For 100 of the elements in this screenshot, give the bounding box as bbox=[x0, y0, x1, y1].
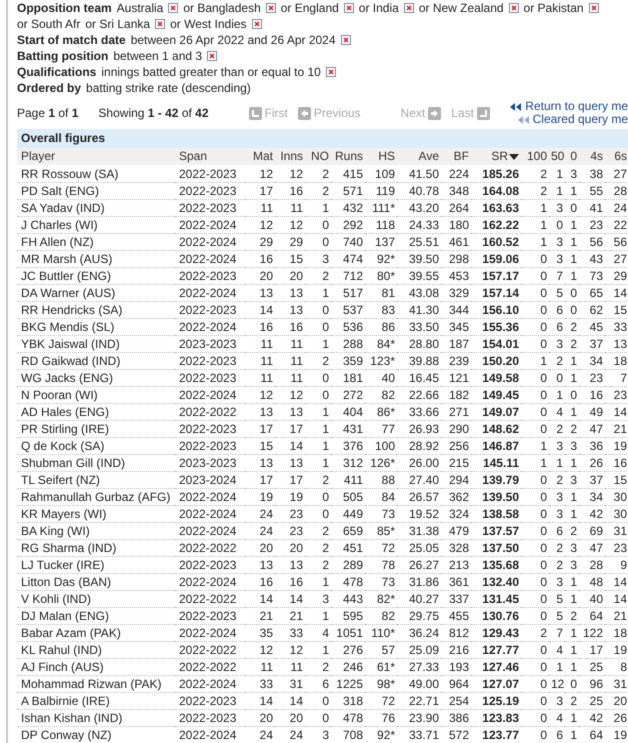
player-link[interactable]: FH Allen (NZ) bbox=[17, 234, 175, 250]
table-cell: 27.40 bbox=[397, 472, 441, 488]
column-header[interactable]: 0 bbox=[565, 148, 579, 166]
table-cell: 39.88 bbox=[397, 352, 441, 370]
player-link[interactable]: YBK Jaiswal (IND) bbox=[17, 336, 175, 352]
table-cell: 160.52 bbox=[471, 234, 521, 250]
table-cell: 13 bbox=[275, 404, 305, 420]
player-link[interactable]: SA Yadav (IND) bbox=[17, 200, 175, 216]
remove-icon[interactable] bbox=[168, 3, 178, 13]
column-header[interactable]: 50 bbox=[549, 148, 565, 166]
player-link[interactable]: Litton Das (BAN) bbox=[17, 574, 175, 590]
table-cell: 0 bbox=[565, 386, 579, 404]
player-link[interactable]: KL Rahul (IND) bbox=[17, 642, 175, 658]
table-cell: 12 bbox=[245, 216, 275, 234]
column-header[interactable]: SR bbox=[471, 148, 521, 166]
column-header[interactable]: 6s bbox=[605, 148, 628, 166]
remove-icon[interactable] bbox=[326, 67, 336, 77]
table-cell: 31.86 bbox=[397, 574, 441, 590]
column-header[interactable]: Inns bbox=[275, 148, 305, 166]
player-link[interactable]: PD Salt (ENG) bbox=[17, 182, 175, 200]
table-cell: 80* bbox=[365, 268, 397, 284]
table-cell: 85* bbox=[365, 522, 397, 540]
table-cell: 23 bbox=[579, 216, 605, 234]
table-cell: 26 bbox=[605, 710, 628, 726]
table-cell: 118 bbox=[365, 216, 397, 234]
remove-icon[interactable] bbox=[508, 3, 519, 13]
table-cell: 137.57 bbox=[471, 522, 521, 540]
table-cell: 1 bbox=[305, 608, 331, 624]
table-cell: 41 bbox=[579, 200, 605, 216]
player-link[interactable]: Shubman Gill (IND) bbox=[17, 454, 175, 472]
table-cell: 62 bbox=[579, 302, 605, 318]
table-cell: 37 bbox=[579, 336, 605, 352]
table-cell: 0 bbox=[305, 234, 331, 250]
table-cell: 33 bbox=[605, 318, 628, 336]
table-cell: 21 bbox=[275, 608, 305, 624]
table-cell: 86* bbox=[365, 404, 397, 420]
column-header[interactable]: Mat bbox=[245, 148, 275, 166]
column-header[interactable]: Runs bbox=[331, 148, 365, 166]
table-cell: 415 bbox=[331, 166, 365, 182]
table-cell: 812 bbox=[441, 624, 471, 642]
player-link[interactable]: N Pooran (WI) bbox=[17, 386, 175, 404]
return-link[interactable]: Return to query me bbox=[510, 100, 628, 113]
player-link[interactable]: TL Seifert (NZ) bbox=[17, 472, 175, 488]
player-link[interactable]: Ishan Kishan (IND) bbox=[17, 710, 175, 726]
player-link[interactable]: RG Sharma (IND) bbox=[17, 540, 175, 556]
table-cell: 61* bbox=[365, 658, 397, 676]
remove-icon[interactable] bbox=[207, 51, 218, 61]
table-cell: 1 bbox=[305, 642, 331, 658]
remove-icon[interactable] bbox=[266, 3, 276, 13]
player-link[interactable]: RD Gaikwad (IND) bbox=[17, 352, 175, 370]
player-link[interactable]: RR Rossouw (SA) bbox=[17, 166, 175, 182]
player-link[interactable]: Rahmanullah Gurbaz (AFG) bbox=[17, 488, 175, 506]
player-link[interactable]: RR Hendricks (SA) bbox=[17, 302, 175, 318]
player-link[interactable]: J Charles (WI) bbox=[17, 216, 175, 234]
table-cell: 16 bbox=[579, 386, 605, 404]
column-header[interactable]: Ave bbox=[397, 148, 441, 166]
table-cell: 1 bbox=[521, 216, 549, 234]
player-link[interactable]: A Balbirnie (IRE) bbox=[17, 692, 175, 710]
column-header[interactable]: BF bbox=[441, 148, 471, 166]
player-link[interactable]: Mohammad Rizwan (PAK) bbox=[17, 676, 175, 692]
column-header[interactable]: 4s bbox=[579, 148, 605, 166]
column-header[interactable]: Span bbox=[175, 148, 245, 166]
remove-icon[interactable] bbox=[340, 35, 351, 45]
table-cell: 25.05 bbox=[397, 540, 441, 556]
player-link[interactable]: AD Hales (ENG) bbox=[17, 404, 175, 420]
table-cell: 7 bbox=[605, 370, 628, 386]
player-link[interactable]: MR Marsh (AUS) bbox=[17, 250, 175, 268]
column-header[interactable]: HS bbox=[365, 148, 397, 166]
column-header[interactable]: 100 bbox=[521, 148, 549, 166]
table-cell: 216 bbox=[441, 642, 471, 658]
player-link[interactable]: DJ Malan (ENG) bbox=[17, 608, 175, 624]
remove-icon[interactable] bbox=[588, 3, 599, 13]
player-link[interactable]: DA Warner (AUS) bbox=[17, 284, 175, 302]
player-link[interactable]: Babar Azam (PAK) bbox=[17, 624, 175, 642]
player-link[interactable]: JC Buttler (ENG) bbox=[17, 268, 175, 284]
table-cell: 180 bbox=[441, 216, 471, 234]
table-cell: 6 bbox=[549, 302, 565, 318]
remove-icon[interactable] bbox=[404, 3, 414, 13]
player-link[interactable]: BKG Mendis (SL) bbox=[17, 318, 175, 336]
player-link[interactable]: DP Conway (NZ) bbox=[17, 726, 175, 743]
remove-icon[interactable] bbox=[155, 19, 166, 29]
player-link[interactable]: PR Stirling (IRE) bbox=[17, 420, 175, 438]
player-link[interactable]: BA King (WI) bbox=[17, 522, 175, 540]
player-link[interactable]: Q de Kock (SA) bbox=[17, 438, 175, 454]
table-cell: 132.40 bbox=[471, 574, 521, 590]
remove-icon[interactable] bbox=[252, 19, 262, 29]
table-cell: 129.43 bbox=[471, 624, 521, 642]
table-cell: 11 bbox=[245, 658, 275, 676]
column-header[interactable]: NO bbox=[305, 148, 331, 166]
player-link[interactable]: LJ Tucker (IRE) bbox=[17, 556, 175, 574]
cleared-query-link[interactable]: Cleared query me bbox=[518, 113, 628, 126]
player-link[interactable]: WG Jacks (ENG) bbox=[17, 370, 175, 386]
remove-icon[interactable] bbox=[344, 3, 354, 13]
table-cell: 4 bbox=[549, 404, 565, 420]
table-cell: 193 bbox=[441, 658, 471, 676]
player-link[interactable]: AJ Finch (AUS) bbox=[17, 658, 175, 676]
player-link[interactable]: V Kohli (IND) bbox=[17, 590, 175, 608]
player-link[interactable]: KR Mayers (WI) bbox=[17, 506, 175, 522]
table-cell: 1 bbox=[565, 250, 579, 268]
column-header[interactable]: Player bbox=[17, 148, 175, 166]
